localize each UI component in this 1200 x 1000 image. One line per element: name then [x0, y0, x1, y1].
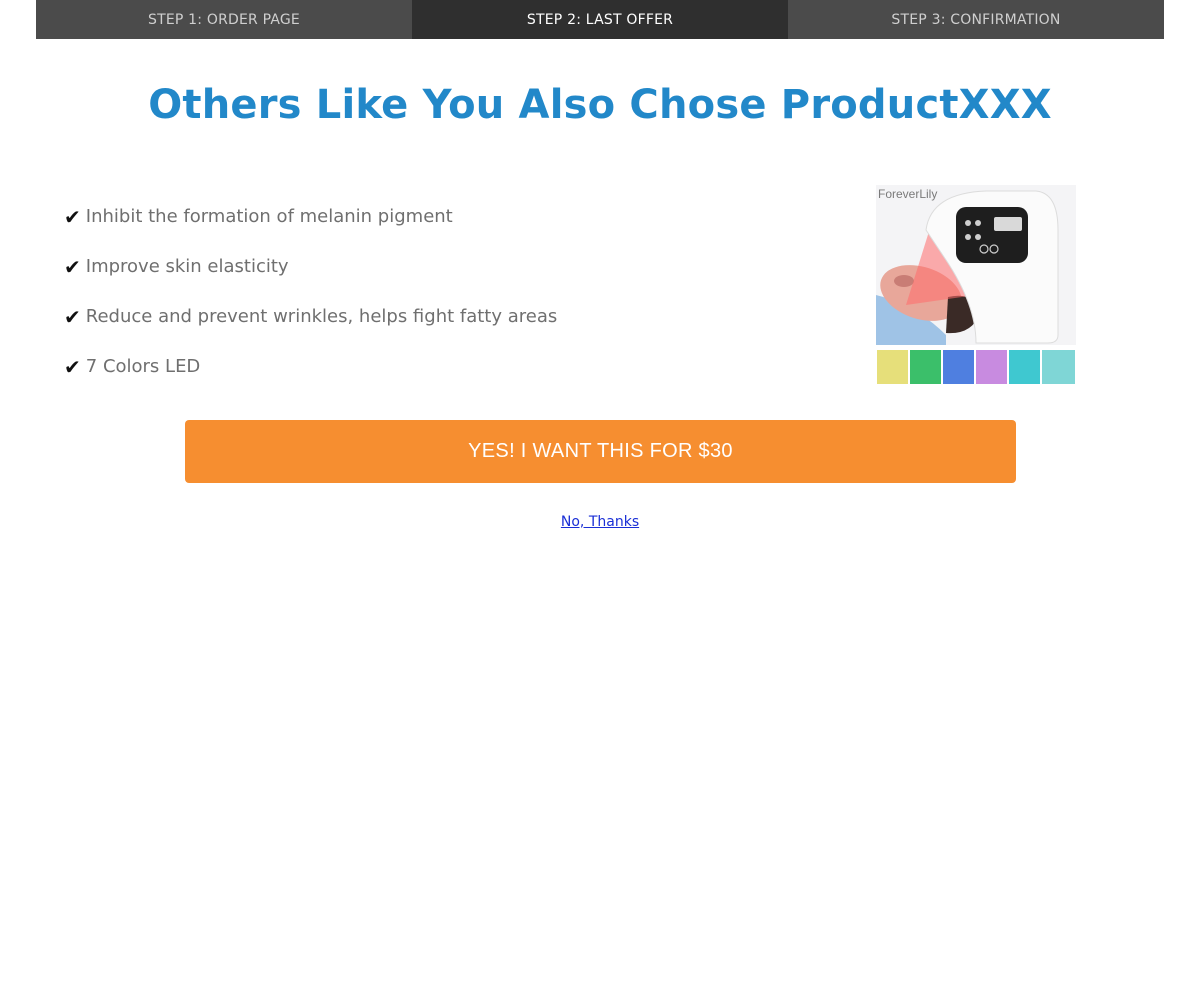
- led-mask-illustration: ForeverLily: [876, 185, 1076, 384]
- benefit-text: Inhibit the formation of melanin pigment: [85, 206, 453, 227]
- checkmark-icon: ✔: [64, 355, 81, 379]
- checkmark-icon: ✔: [64, 205, 81, 229]
- product-image: ForeverLily: [876, 185, 1076, 384]
- step-confirmation[interactable]: STEP 3: CONFIRMATION: [788, 0, 1164, 39]
- list-item: ✔ 7 Colors LED: [64, 353, 764, 403]
- benefits-list: ✔ Inhibit the formation of melanin pigme…: [64, 203, 764, 403]
- list-item: ✔ Reduce and prevent wrinkles, helps fig…: [64, 303, 764, 353]
- step-last-offer[interactable]: STEP 2: LAST OFFER: [412, 0, 788, 39]
- checkmark-icon: ✔: [64, 305, 81, 329]
- decline-link[interactable]: No, Thanks: [561, 514, 639, 530]
- checkmark-icon: ✔: [64, 255, 81, 279]
- step-order-page[interactable]: STEP 1: ORDER PAGE: [36, 0, 412, 39]
- page-title: Others Like You Also Chose ProductXXX: [148, 82, 1052, 128]
- led-color-swatches: [877, 350, 1075, 384]
- list-item: ✔ Improve skin elasticity: [64, 253, 764, 303]
- accept-offer-button[interactable]: YES! I WANT THIS FOR $30: [185, 420, 1016, 483]
- progress-steps: STEP 1: ORDER PAGE STEP 2: LAST OFFER ST…: [36, 0, 1164, 39]
- list-item: ✔ Inhibit the formation of melanin pigme…: [64, 203, 764, 253]
- benefit-text: Improve skin elasticity: [85, 256, 289, 277]
- brand-watermark: ForeverLily: [878, 187, 937, 201]
- benefit-text: Reduce and prevent wrinkles, helps fight…: [85, 306, 558, 327]
- benefit-text: 7 Colors LED: [85, 356, 201, 377]
- decline-container: No, Thanks: [0, 514, 1200, 530]
